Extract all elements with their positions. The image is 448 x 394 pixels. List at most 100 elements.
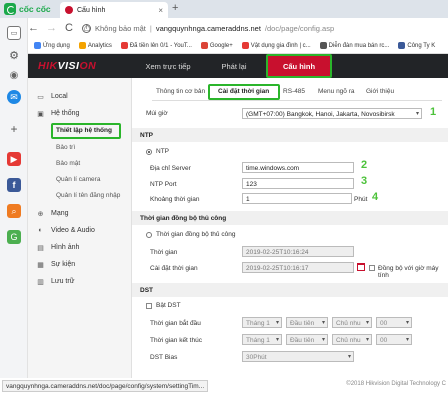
bookmarks-bar: Ứng dụng Analytics Đã tiền lên 0/1 - You…	[28, 38, 448, 54]
info-icon[interactable]: i	[82, 23, 91, 33]
bookmark-household[interactable]: Vật dụng gia đình | c...	[241, 42, 311, 49]
ntp-interval-input[interactable]: 1	[242, 193, 352, 204]
dst-enable-checkbox[interactable]	[146, 303, 152, 309]
logo-text-b: VISI	[57, 60, 80, 72]
monitor-icon: ▭	[37, 93, 44, 101]
sync-with-pc-label: Đồng bộ với giờ máy tính	[378, 265, 439, 279]
timezone-label: Múi giờ	[146, 110, 168, 117]
facebook-sidebar-icon[interactable]: f	[7, 178, 21, 192]
back-button[interactable]: ←	[28, 22, 39, 34]
calendar-icon[interactable]	[357, 263, 365, 271]
hikvision-logo: HIKVISION	[38, 60, 96, 72]
bookmark-googleplus[interactable]: Google+	[200, 42, 233, 49]
set-time-field[interactable]: 2019-02-25T10:16:17	[242, 262, 354, 273]
dst-end-day-select[interactable]: Chủ nhu	[332, 334, 372, 345]
dst-section-title: DST	[132, 283, 448, 297]
dst-start-day-select[interactable]: Chủ nhu	[332, 317, 372, 328]
tab-about[interactable]: Giới thiệu	[366, 88, 394, 95]
tab-rs485[interactable]: RS-485	[283, 88, 305, 95]
nav-local[interactable]: ▭ Local	[36, 92, 68, 101]
tab-basic-info[interactable]: Thông tin cơ bản	[156, 88, 205, 95]
bookmark-label: Ứng dụng	[43, 42, 70, 49]
subnav-security[interactable]: Bảo mật	[56, 160, 80, 167]
highlight-time-settings-tab	[208, 84, 280, 100]
nav-storage[interactable]: ▥ Lưu trữ	[36, 277, 74, 286]
image-icon: ▤	[37, 244, 44, 252]
bookmark-label: Vật dụng gia đình | c...	[250, 42, 311, 49]
nav-network[interactable]: ⊕ Mạng	[36, 209, 69, 218]
youtube-sidebar-icon[interactable]: ▶	[7, 152, 21, 166]
storage-icon: ▥	[37, 278, 44, 286]
youtube-icon	[120, 42, 128, 49]
bookmark-analytics[interactable]: Analytics	[78, 42, 112, 49]
reload-button[interactable]: C	[64, 22, 74, 34]
browser-brand-label: cốc cốc	[19, 4, 51, 14]
timezone-select[interactable]: (GMT+07:00) Bangkok, Hanoi, Jakarta, Nov…	[242, 108, 422, 119]
ntp-radio[interactable]	[146, 149, 152, 155]
location-icon[interactable]: ◉	[7, 68, 21, 82]
subnav-maintenance[interactable]: Bảo trì	[56, 144, 75, 151]
new-tab-button[interactable]: +	[172, 2, 178, 14]
tab-menu-output[interactable]: Menu ngõ ra	[318, 88, 355, 95]
facebook-icon	[398, 42, 406, 49]
dst-start-month-select[interactable]: Tháng 1	[242, 317, 282, 328]
app-header: HIKVISION Xem trực tiếp Phát lại Cấu hìn…	[28, 54, 448, 78]
manual-sync-radio[interactable]	[146, 232, 152, 238]
menu-live-view[interactable]: Xem trực tiếp	[132, 54, 204, 78]
analytics-icon	[78, 42, 86, 49]
messenger-icon[interactable]: ✉	[7, 90, 21, 104]
dst-start-label: Thời gian bắt đầu	[150, 320, 201, 327]
nav-event[interactable]: ▦ Sự kiện	[36, 260, 75, 269]
dst-end-hour-select[interactable]: 00	[376, 334, 412, 345]
subnav-user-management[interactable]: Quản lí tên đăng nhập	[56, 192, 120, 199]
nav-image[interactable]: ▤ Hình ảnh	[36, 243, 79, 252]
ntp-port-input[interactable]: 123	[242, 178, 354, 189]
ntp-interval-label: Khoảng thời gian	[150, 196, 200, 203]
globe-icon: ⊕	[37, 210, 44, 218]
dst-enable-label: Bật DST	[156, 302, 181, 309]
browser-brand[interactable]: cốc cốc	[4, 3, 51, 15]
annotation-2: 2	[361, 159, 368, 171]
youtube-icon	[241, 42, 249, 49]
search-sidebar-icon[interactable]: ⌕	[7, 204, 21, 218]
nav-label: Hình ảnh	[51, 244, 80, 251]
bookmark-apps[interactable]: Ứng dụng	[34, 42, 70, 49]
dst-start-hour-select[interactable]: 00	[376, 317, 412, 328]
browser-toolbar: ← → C ⌂ i Không bảo mật | vangquynhnga.c…	[0, 18, 448, 38]
tab-close-icon[interactable]: ×	[158, 6, 163, 15]
settings-icon[interactable]: ⚙	[7, 48, 21, 62]
dst-end-month-select[interactable]: Tháng 1	[242, 334, 282, 345]
grammar-sidebar-icon[interactable]: G	[7, 230, 21, 244]
tabs-icon[interactable]: ▭	[7, 26, 21, 40]
bookmark-forum[interactable]: Diễn đàn mua bán rc...	[319, 42, 390, 49]
subnav-camera-management[interactable]: Quản lí camera	[56, 176, 100, 183]
dst-bias-select[interactable]: 30Phút	[242, 351, 354, 362]
bookmark-label: Diễn đàn mua bán rc...	[328, 42, 390, 49]
add-panel-icon[interactable]: +	[7, 122, 21, 136]
browser-tab-active[interactable]: Cấu hình ×	[60, 2, 168, 18]
nav-system[interactable]: ▣ Hệ thống	[36, 109, 79, 118]
manual-sync-section-title: Thời gian đồng bộ thủ công	[132, 211, 448, 225]
nav-video-audio[interactable]: ◐ Video & Audio	[36, 226, 94, 235]
bookmark-company[interactable]: Công Ty K	[398, 42, 435, 49]
dst-end-label: Thời gian kết thúc	[150, 337, 202, 344]
sync-with-pc-checkbox[interactable]	[369, 265, 375, 271]
status-bar: vangquynhnga.cameraddns.net/doc/page/con…	[0, 378, 448, 394]
nav-label: Mạng	[51, 210, 69, 217]
dst-end-week-select[interactable]: Đầu tiên	[286, 334, 328, 345]
event-icon: ▦	[37, 261, 44, 269]
dst-start-week-select[interactable]: Đầu tiên	[286, 317, 328, 328]
menu-playback[interactable]: Phát lại	[204, 54, 264, 78]
config-content: Thông tin cơ bản Cài đặt thời gian RS-48…	[132, 78, 448, 378]
ntp-port-label: NTP Port	[150, 181, 177, 188]
logo-text-c: ON	[79, 60, 97, 72]
tab-divider	[152, 100, 442, 101]
ntp-server-input[interactable]: time.windows.com	[242, 162, 354, 173]
address-bar[interactable]: i Không bảo mật | vangquynhnga.cameraddn…	[82, 20, 432, 36]
bookmark-label: Đã tiền lên 0/1 - YouT...	[129, 42, 192, 49]
apps-grid-icon	[34, 42, 41, 49]
bookmark-label: Google+	[209, 42, 233, 49]
forward-button[interactable]: →	[46, 22, 57, 34]
bookmark-youtube[interactable]: Đã tiền lên 0/1 - YouT...	[120, 42, 192, 49]
ntp-server-label: Địa chỉ Server	[150, 165, 191, 172]
